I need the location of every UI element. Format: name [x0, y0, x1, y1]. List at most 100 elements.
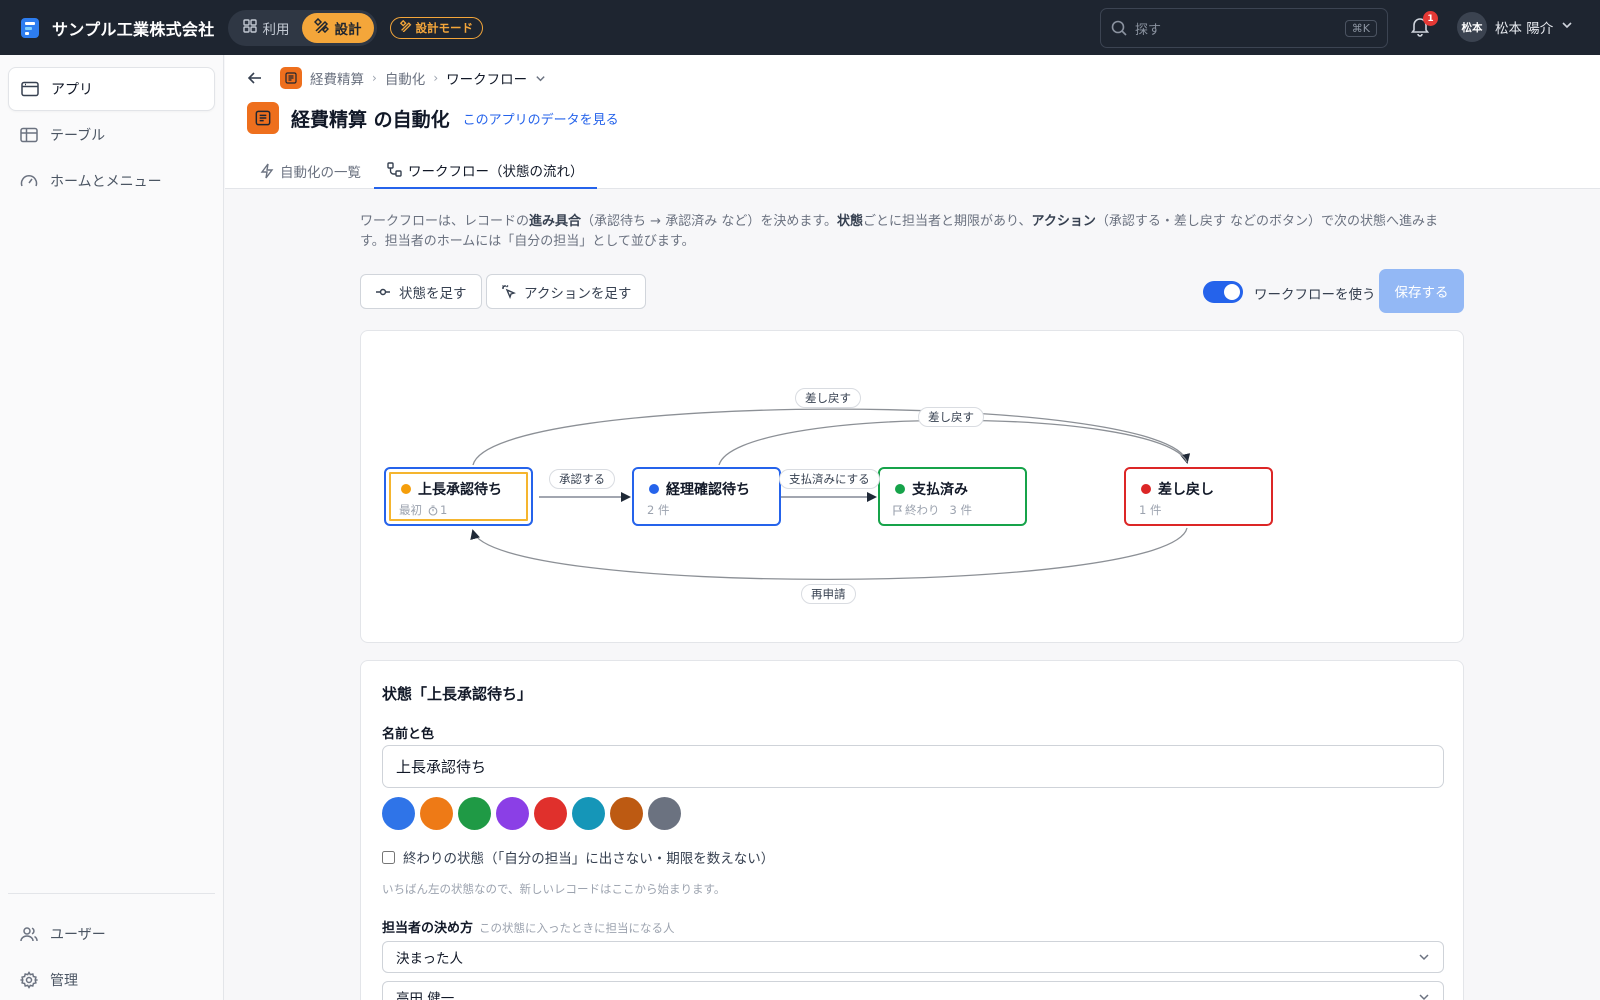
flag-icon: 終わり: [893, 502, 940, 518]
bell-icon: [1409, 18, 1431, 41]
state-node-title: 上長承認待ち: [401, 479, 502, 499]
final-state-checkbox-row[interactable]: 終わりの状態（「自分の担当」に出さない・期限を数えない）: [382, 847, 774, 867]
tab-automation-list[interactable]: 自動化の一覧: [247, 152, 374, 189]
breadcrumb-app[interactable]: 経費精算: [310, 68, 364, 88]
state-name-input[interactable]: [382, 745, 1444, 788]
edge-resubmit: [470, 527, 1188, 581]
color-swatch-red[interactable]: [534, 797, 567, 830]
state-node-end-label: 終わり: [905, 503, 940, 517]
cursor-click-icon: [501, 284, 516, 299]
action-label-mark-paid[interactable]: 支払済みにする: [779, 469, 880, 489]
users-icon: [20, 926, 38, 942]
final-state-checkbox[interactable]: [382, 850, 395, 864]
assignee-mode-value: 決まった人: [396, 951, 463, 967]
design-mode-label: 設計モード: [415, 20, 474, 35]
sidebar-item-label: ユーザー: [50, 927, 106, 943]
pencil-ruler-icon: [313, 17, 329, 37]
sidebar-item-home-menu[interactable]: ホームとメニュー: [8, 159, 215, 203]
state-node-name: 上長承認待ち: [418, 482, 502, 498]
color-swatch-brown[interactable]: [610, 797, 643, 830]
color-swatch-purple[interactable]: [496, 797, 529, 830]
state-node-meta: 終わり 3 件: [893, 502, 972, 518]
action-label-send-back-2[interactable]: 差し戻す: [918, 407, 984, 427]
state-node-manager-approval[interactable]: 上長承認待ち 最初 1: [384, 467, 533, 526]
mode-design-label: 設計: [334, 21, 362, 38]
back-arrow-icon[interactable]: [247, 71, 262, 85]
state-node-meta: 1 件: [1139, 502, 1161, 518]
breadcrumb: 経費精算 › 自動化 › ワークフロー: [247, 67, 546, 89]
action-label-approve[interactable]: 承認する: [549, 469, 615, 489]
search-placeholder: 探す: [1135, 22, 1162, 38]
sidebar-item-users[interactable]: ユーザー: [8, 912, 215, 956]
add-action-button[interactable]: アクションを足す: [486, 274, 647, 309]
assignee-mode-select[interactable]: 決まった人: [382, 941, 1444, 973]
sidebar-item-admin[interactable]: 管理: [8, 958, 215, 1000]
breadcrumb-section[interactable]: 自動化: [385, 68, 426, 88]
color-swatch-teal[interactable]: [572, 797, 605, 830]
state-node-title: 経理確認待ち: [649, 479, 750, 499]
notification-count-badge: 1: [1423, 11, 1438, 26]
lightning-icon: [260, 163, 274, 179]
intro-bold: 進み具合: [529, 214, 582, 229]
user-menu[interactable]: 松本 松本 陽介: [1457, 12, 1573, 42]
tab-label: ワークフロー（状態の流れ）: [408, 163, 584, 180]
state-node-name: 経理確認待ち: [666, 482, 750, 498]
action-label-send-back-1[interactable]: 差し戻す: [795, 388, 861, 408]
chevron-down-icon[interactable]: [535, 73, 546, 84]
sidebar-item-tables[interactable]: テーブル: [8, 113, 215, 157]
edge-send-back-1: [472, 408, 1191, 466]
sidebar-item-apps[interactable]: アプリ: [8, 67, 215, 111]
breadcrumb-current[interactable]: ワークフロー: [446, 68, 527, 88]
action-label-resubmit[interactable]: 再申請: [801, 584, 856, 604]
intro-text: （承認待ち → 承認済み など）を決めます。: [581, 214, 838, 229]
use-workflow-label: ワークフローを使う: [1254, 287, 1376, 303]
assignee-person-value: 高田 健一: [396, 991, 455, 1000]
company-name: サンプル工業株式会社: [52, 19, 215, 39]
save-button[interactable]: 保存する: [1379, 269, 1464, 313]
assignee-person-select[interactable]: 高田 健一: [382, 981, 1444, 1000]
tab-workflow[interactable]: ワークフロー（状態の流れ）: [374, 152, 597, 189]
add-state-label: 状態を足す: [399, 285, 467, 302]
design-mode-badge: 設計モード: [389, 16, 484, 39]
chevron-down-icon: [1418, 951, 1430, 963]
add-action-label: アクションを足す: [524, 285, 632, 302]
state-node-paid[interactable]: 支払済み 終わり 3 件: [878, 467, 1027, 526]
color-swatch-blue[interactable]: [382, 797, 415, 830]
view-app-data-link[interactable]: このアプリのデータを見る: [463, 109, 619, 128]
state-node-count: 3 件: [949, 503, 972, 517]
sidebar-divider: [8, 893, 215, 894]
color-swatch-orange[interactable]: [420, 797, 453, 830]
expense-app-icon: [247, 102, 279, 134]
app-window-icon: [21, 81, 39, 97]
assignee-hint: この状態に入ったときに担当になる人: [479, 921, 675, 935]
timer-icon: 1: [428, 502, 447, 518]
add-state-button[interactable]: 状態を足す: [360, 274, 482, 309]
workflow-icon: [387, 162, 402, 177]
color-swatch-gray[interactable]: [648, 797, 681, 830]
state-detail-panel: 状態「上長承認待ち」 名前と色 終わりの状態（「自分の担当」に出さない・期限を数…: [360, 660, 1464, 1000]
brand[interactable]: サンプル工業株式会社: [20, 16, 215, 40]
search-input[interactable]: 探す ⌘K: [1100, 8, 1388, 48]
intro-bold: 状態: [837, 214, 864, 229]
state-node-sent-back[interactable]: 差し戻し 1 件: [1124, 467, 1273, 526]
breadcrumb-separator-icon: ›: [372, 71, 377, 85]
state-node-count: 2 件: [647, 503, 670, 517]
mode-use-button[interactable]: 利用: [231, 13, 302, 43]
workflow-canvas[interactable]: 上長承認待ち 最初 1 経理確認待ち 2 件 支払済み 終わり 3 件 差し戻し 1…: [360, 330, 1464, 643]
chevron-down-icon: [1561, 19, 1573, 35]
state-color-dot: [401, 484, 411, 494]
state-node-icon: [375, 287, 391, 297]
state-node-deadline: 1: [440, 503, 448, 517]
mode-design-button[interactable]: 設計: [301, 12, 374, 43]
state-node-name: 差し戻し: [1158, 482, 1214, 498]
top-bar: サンプル工業株式会社 利用 設計 設計モード 探す ⌘K 1 松本 松本 陽介: [0, 0, 1600, 55]
state-node-accounting-check[interactable]: 経理確認待ち 2 件: [632, 467, 781, 526]
page-title: 経費精算 の自動化: [291, 108, 450, 131]
color-swatch-green[interactable]: [458, 797, 491, 830]
sidebar-item-label: 管理: [50, 973, 78, 989]
notifications-button[interactable]: 1: [1409, 11, 1438, 41]
use-workflow-toggle[interactable]: [1203, 281, 1243, 303]
sidebar-item-label: アプリ: [51, 82, 93, 98]
gear-icon: [20, 971, 38, 989]
workflow-description: ワークフローは、レコードの進み具合（承認待ち → 承認済み など）を決めます。状…: [360, 212, 1460, 252]
